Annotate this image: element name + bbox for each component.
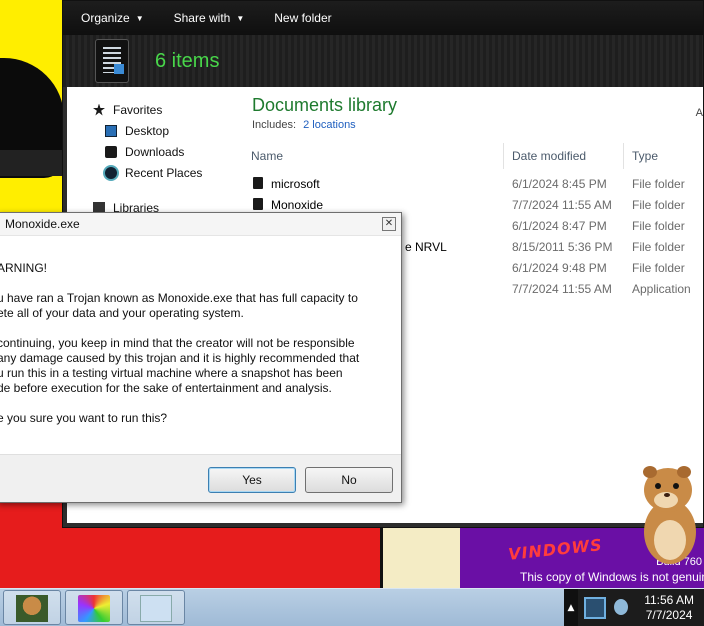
organize-menu[interactable]: Organize ▼ bbox=[81, 11, 144, 25]
file-date: 7/7/2024 11:55 AM bbox=[512, 198, 612, 212]
column-divider bbox=[623, 143, 624, 169]
file-date: 6/1/2024 8:45 PM bbox=[512, 177, 607, 191]
locations-link[interactable]: 2 locations bbox=[303, 119, 356, 131]
arrange-by[interactable]: A bbox=[696, 107, 703, 119]
taskbar-app-monoxide[interactable] bbox=[3, 590, 61, 625]
dialog-button-bar: Yes No bbox=[0, 454, 401, 502]
column-name[interactable]: Name bbox=[251, 149, 283, 163]
nav-favorites-label: Favorites bbox=[113, 102, 163, 117]
column-divider bbox=[503, 143, 504, 169]
recent-places-icon bbox=[105, 166, 117, 179]
dialog-titlebar[interactable]: Monoxide.exe ✕ bbox=[0, 213, 401, 236]
file-type: Application bbox=[632, 282, 691, 296]
show-hidden-icons-button[interactable]: ▲ bbox=[564, 589, 578, 626]
nav-recent-places[interactable]: Recent Places bbox=[67, 162, 245, 183]
file-row[interactable]: microsoft 6/1/2024 8:45 PM File folder bbox=[245, 174, 703, 195]
documents-library-icon bbox=[95, 39, 129, 83]
file-date: 6/1/2024 8:47 PM bbox=[512, 219, 607, 233]
nav-downloads[interactable]: Downloads bbox=[67, 141, 245, 162]
warning-paragraph-1: u have ran a Trojan known as Monoxide.ex… bbox=[0, 291, 358, 320]
column-type[interactable]: Type bbox=[632, 149, 658, 163]
file-date: 8/15/2011 5:36 PM bbox=[512, 240, 613, 254]
yes-button[interactable]: Yes bbox=[208, 467, 296, 493]
library-includes: Includes: 2 locations bbox=[252, 119, 356, 131]
chevron-down-icon: ▼ bbox=[135, 13, 144, 23]
file-type: File folder bbox=[632, 219, 685, 233]
close-icon[interactable]: ✕ bbox=[382, 217, 396, 231]
hamster-app-icon bbox=[16, 595, 48, 622]
chevron-down-icon: ▼ bbox=[236, 13, 245, 23]
system-tray: 11:56 AM 7/7/2024 bbox=[578, 589, 704, 626]
monoxide-warning-dialog: Monoxide.exe ✕ ARNING! u have ran a Troj… bbox=[0, 212, 402, 503]
file-type: File folder bbox=[632, 240, 685, 254]
explorer-toolbar: Organize ▼ Share with ▼ New folder bbox=[63, 1, 703, 35]
desktop-background-beige bbox=[380, 526, 460, 588]
library-title: Documents library bbox=[252, 95, 398, 115]
star-icon bbox=[93, 103, 105, 116]
window-app-icon bbox=[140, 595, 172, 622]
file-date: 7/7/2024 11:55 AM bbox=[512, 282, 612, 296]
file-type: File folder bbox=[632, 198, 685, 212]
details-header: 6 items bbox=[63, 35, 703, 87]
new-folder-label: New folder bbox=[274, 11, 332, 25]
watermark-not-genuine: This copy of Windows is not genuine bbox=[520, 570, 704, 584]
nav-favorites[interactable]: Favorites bbox=[67, 99, 245, 120]
includes-label: Includes: bbox=[252, 119, 297, 131]
downloads-icon bbox=[105, 145, 117, 158]
organize-label: Organize bbox=[81, 11, 130, 25]
warning-paragraph-2: continuing, you keep in mind that the cr… bbox=[0, 336, 360, 395]
clock[interactable]: 11:56 AM 7/7/2024 bbox=[644, 593, 694, 623]
share-with-menu[interactable]: Share with ▼ bbox=[174, 11, 245, 25]
clock-date: 7/7/2024 bbox=[645, 608, 693, 622]
clock-time: 11:56 AM bbox=[644, 593, 694, 607]
folder-icon bbox=[253, 198, 263, 210]
file-name: e NRVL bbox=[405, 240, 447, 254]
item-count: 6 items bbox=[155, 49, 220, 72]
nav-recent-label: Recent Places bbox=[125, 165, 203, 180]
folder-icon bbox=[253, 177, 263, 189]
desktop-icon bbox=[105, 124, 117, 137]
hamster-mascot-image bbox=[643, 466, 696, 564]
file-type: File folder bbox=[632, 177, 685, 191]
paint-app-icon bbox=[78, 595, 110, 622]
nav-desktop[interactable]: Desktop bbox=[67, 120, 245, 141]
file-name: microsoft bbox=[271, 177, 320, 191]
new-folder-button[interactable]: New folder bbox=[274, 11, 331, 25]
taskbar-app-explorer[interactable] bbox=[127, 590, 185, 625]
nav-desktop-label: Desktop bbox=[125, 123, 170, 138]
file-date: 6/1/2024 9:48 PM bbox=[512, 261, 607, 275]
network-icon[interactable] bbox=[584, 597, 606, 619]
file-name: Monoxide bbox=[271, 198, 324, 212]
column-date-modified[interactable]: Date modified bbox=[512, 149, 586, 163]
dialog-message: ARNING! u have ran a Trojan known as Mon… bbox=[0, 237, 401, 455]
dialog-title: Monoxide.exe bbox=[5, 217, 80, 231]
file-type: File folder bbox=[632, 261, 685, 275]
warning-heading: ARNING! bbox=[0, 261, 48, 275]
desktop-background-band bbox=[0, 150, 64, 176]
share-with-label: Share with bbox=[173, 11, 231, 25]
confirm-question: e you sure you want to run this? bbox=[0, 411, 168, 425]
taskbar: ▲ 11:56 AM 7/7/2024 bbox=[0, 588, 704, 626]
volume-icon[interactable] bbox=[614, 599, 628, 615]
no-button[interactable]: No bbox=[305, 467, 393, 493]
taskbar-app-paint[interactable] bbox=[65, 590, 123, 625]
nav-downloads-label: Downloads bbox=[125, 144, 185, 159]
